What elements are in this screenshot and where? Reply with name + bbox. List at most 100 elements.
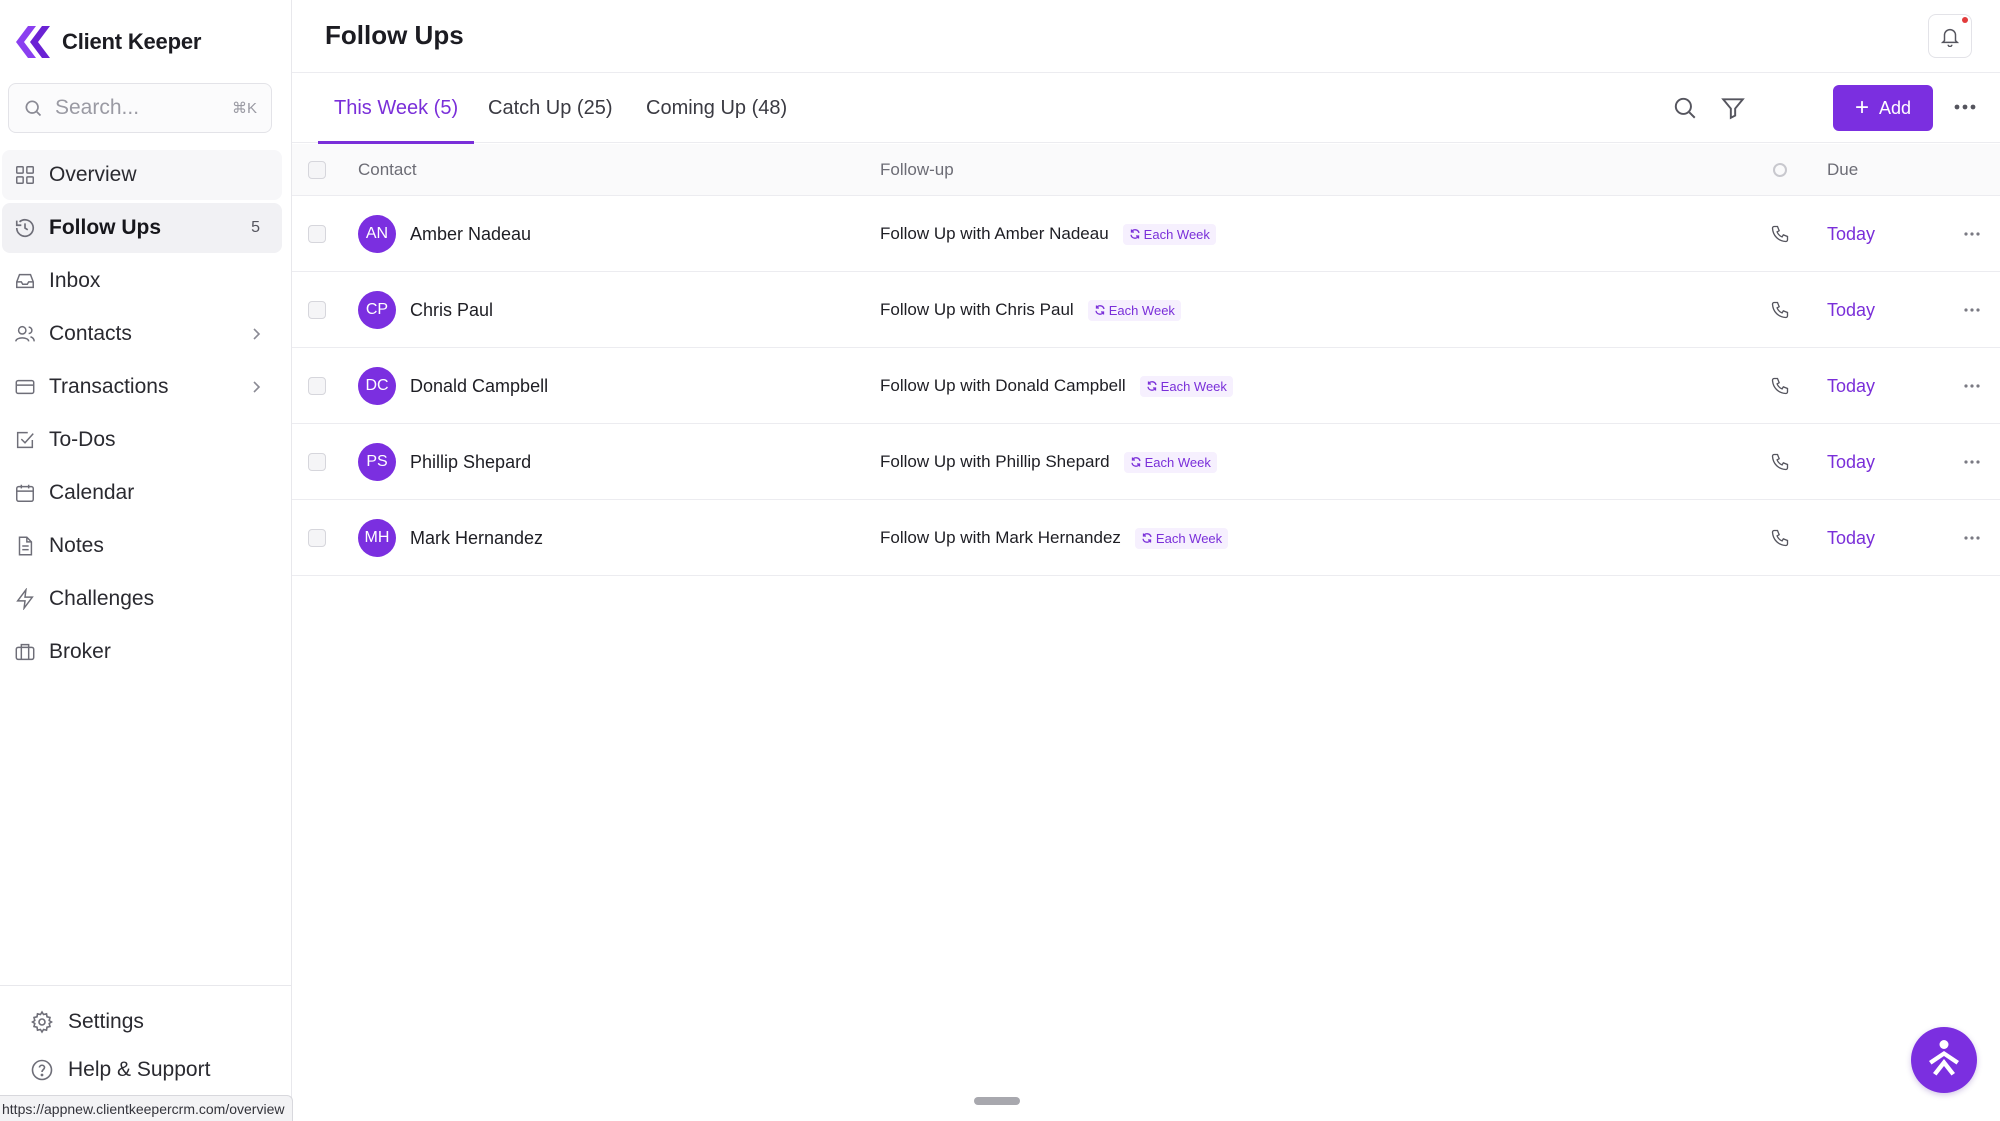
tab-bar: This Week (5) Catch Up (25) Coming Up (4… xyxy=(292,73,2000,144)
more-horizontal-icon[interactable] xyxy=(1963,459,1981,465)
table-row[interactable]: DC Donald Campbell Follow Up with Donald… xyxy=(292,348,2000,424)
sidebar-item-calendar[interactable]: Calendar xyxy=(2,468,282,518)
select-all-cell xyxy=(308,144,326,196)
sidebar-item-inbox[interactable]: Inbox xyxy=(2,256,282,306)
table-row[interactable]: AN Amber Nadeau Follow Up with Amber Nad… xyxy=(292,196,2000,272)
followup-cell[interactable]: Follow Up with Mark Hernandez Each Week xyxy=(880,500,1229,576)
contact-cell[interactable]: MH Mark Hernandez xyxy=(358,500,543,576)
scrollbar-handle[interactable] xyxy=(974,1097,1020,1105)
select-all-checkbox[interactable] xyxy=(308,161,326,179)
add-button[interactable]: + Add xyxy=(1833,85,1933,131)
sidebar-item-challenges[interactable]: Challenges xyxy=(2,574,282,624)
follow-ups-count-badge: 5 xyxy=(251,219,260,236)
followup-cell[interactable]: Follow Up with Donald Campbell Each Week xyxy=(880,348,1233,424)
notifications-button[interactable] xyxy=(1928,14,1972,58)
sidebar-item-label: Broker xyxy=(49,640,111,663)
assistant-button[interactable] xyxy=(1911,1027,1977,1093)
settings-link[interactable]: Settings xyxy=(30,1010,144,1034)
row-actions-cell xyxy=(1963,196,1981,272)
sidebar-item-label: Notes xyxy=(49,534,104,557)
filter-icon[interactable] xyxy=(1720,95,1746,121)
row-checkbox[interactable] xyxy=(308,301,326,319)
column-header-due[interactable]: Due xyxy=(1827,144,1858,196)
column-header-status[interactable] xyxy=(1773,144,1787,196)
inbox-icon xyxy=(16,273,34,289)
grid-icon xyxy=(16,166,34,184)
sidebar-item-contacts[interactable]: Contacts xyxy=(2,309,282,359)
call-cell xyxy=(1770,196,1790,272)
row-checkbox[interactable] xyxy=(308,225,326,243)
row-select-cell xyxy=(308,272,326,348)
contact-name: Mark Hernandez xyxy=(410,527,544,548)
row-actions-cell xyxy=(1963,272,1981,348)
status-circle-icon xyxy=(1773,163,1787,177)
top-bar: Follow Ups xyxy=(292,0,2000,73)
table-row[interactable]: PS Phillip Shepard Follow Up with Philli… xyxy=(292,424,2000,500)
contact-name: Phillip Shepard xyxy=(410,451,532,472)
more-horizontal-icon[interactable] xyxy=(1952,97,1978,117)
repeat-icon xyxy=(1147,381,1157,391)
help-support-link[interactable]: Help & Support xyxy=(30,1058,210,1082)
checkbox-icon xyxy=(16,431,34,449)
more-horizontal-icon[interactable] xyxy=(1963,383,1981,389)
followup-cell[interactable]: Follow Up with Chris Paul Each Week xyxy=(880,272,1181,348)
users-icon xyxy=(15,325,35,342)
phone-icon[interactable] xyxy=(1770,300,1790,320)
row-checkbox[interactable] xyxy=(308,529,326,547)
contact-cell[interactable]: AN Amber Nadeau xyxy=(358,196,531,272)
chevron-right-icon xyxy=(253,328,261,340)
recurrence-badge: Each Week xyxy=(1139,375,1233,397)
tab-coming-up[interactable]: Coming Up (48) xyxy=(646,73,787,143)
main-content: Follow Ups This Week (5) Catch Up (25) C… xyxy=(292,0,2000,1121)
phone-icon[interactable] xyxy=(1770,376,1790,396)
contact-cell[interactable]: DC Donald Campbell xyxy=(358,348,548,424)
sidebar-item-follow-ups[interactable]: Follow Ups 5 xyxy=(2,203,282,253)
sidebar-item-broker[interactable]: Broker xyxy=(2,627,282,677)
contact-cell[interactable]: PS Phillip Shepard xyxy=(358,424,531,500)
call-cell xyxy=(1770,272,1790,348)
table-row[interactable]: CP Chris Paul Follow Up with Chris Paul … xyxy=(292,272,2000,348)
row-select-cell xyxy=(308,196,326,272)
more-horizontal-icon[interactable] xyxy=(1963,535,1981,541)
phone-icon[interactable] xyxy=(1770,224,1790,244)
column-header-followup[interactable]: Follow-up xyxy=(880,144,954,196)
contact-name: Donald Campbell xyxy=(410,375,549,396)
search-input[interactable]: Search... ⌘K xyxy=(8,83,272,133)
more-horizontal-icon[interactable] xyxy=(1963,231,1981,237)
contact-cell[interactable]: CP Chris Paul xyxy=(358,272,493,348)
row-checkbox[interactable] xyxy=(308,377,326,395)
sidebar-item-label: Inbox xyxy=(49,269,101,292)
recurrence-badge: Each Week xyxy=(1087,299,1181,321)
follow-ups-table: Contact Follow-up Due AN Amber Nadeau Fo… xyxy=(292,144,2000,576)
contact-name: Amber Nadeau xyxy=(410,223,532,244)
search-icon xyxy=(25,100,42,117)
followup-title: Follow Up with Amber Nadeau xyxy=(880,224,1109,243)
sidebar-item-to-dos[interactable]: To-Dos xyxy=(2,415,282,465)
sidebar-item-overview[interactable]: Overview xyxy=(2,150,282,200)
table-row[interactable]: MH Mark Hernandez Follow Up with Mark He… xyxy=(292,500,2000,576)
phone-icon[interactable] xyxy=(1770,528,1790,548)
sidebar-item-transactions[interactable]: Transactions xyxy=(2,362,282,412)
add-button-label: Add xyxy=(1878,97,1912,118)
avatar: AN xyxy=(358,215,396,253)
more-horizontal-icon[interactable] xyxy=(1963,307,1981,313)
column-header-contact[interactable]: Contact xyxy=(358,144,417,196)
sidebar-item-label: Follow Ups xyxy=(49,216,161,239)
recurrence-label: Each Week xyxy=(1144,454,1211,470)
row-select-cell xyxy=(308,424,326,500)
tab-this-week[interactable]: This Week (5) xyxy=(317,73,475,144)
followup-cell[interactable]: Follow Up with Amber Nadeau Each Week xyxy=(880,196,1216,272)
phone-icon[interactable] xyxy=(1770,452,1790,472)
search-icon[interactable] xyxy=(1672,95,1698,121)
due-cell: Today xyxy=(1827,272,1875,348)
row-actions-cell xyxy=(1963,348,1981,424)
help-support-label: Help & Support xyxy=(68,1058,211,1081)
followup-cell[interactable]: Follow Up with Phillip Shepard Each Week xyxy=(880,424,1217,500)
repeat-icon xyxy=(1142,533,1152,543)
brand[interactable]: Client Keeper xyxy=(12,22,201,62)
sidebar-item-notes[interactable]: Notes xyxy=(2,521,282,571)
row-checkbox[interactable] xyxy=(308,453,326,471)
avatar: CP xyxy=(358,291,396,329)
tab-catch-up[interactable]: Catch Up (25) xyxy=(488,73,613,143)
row-select-cell xyxy=(308,500,326,576)
